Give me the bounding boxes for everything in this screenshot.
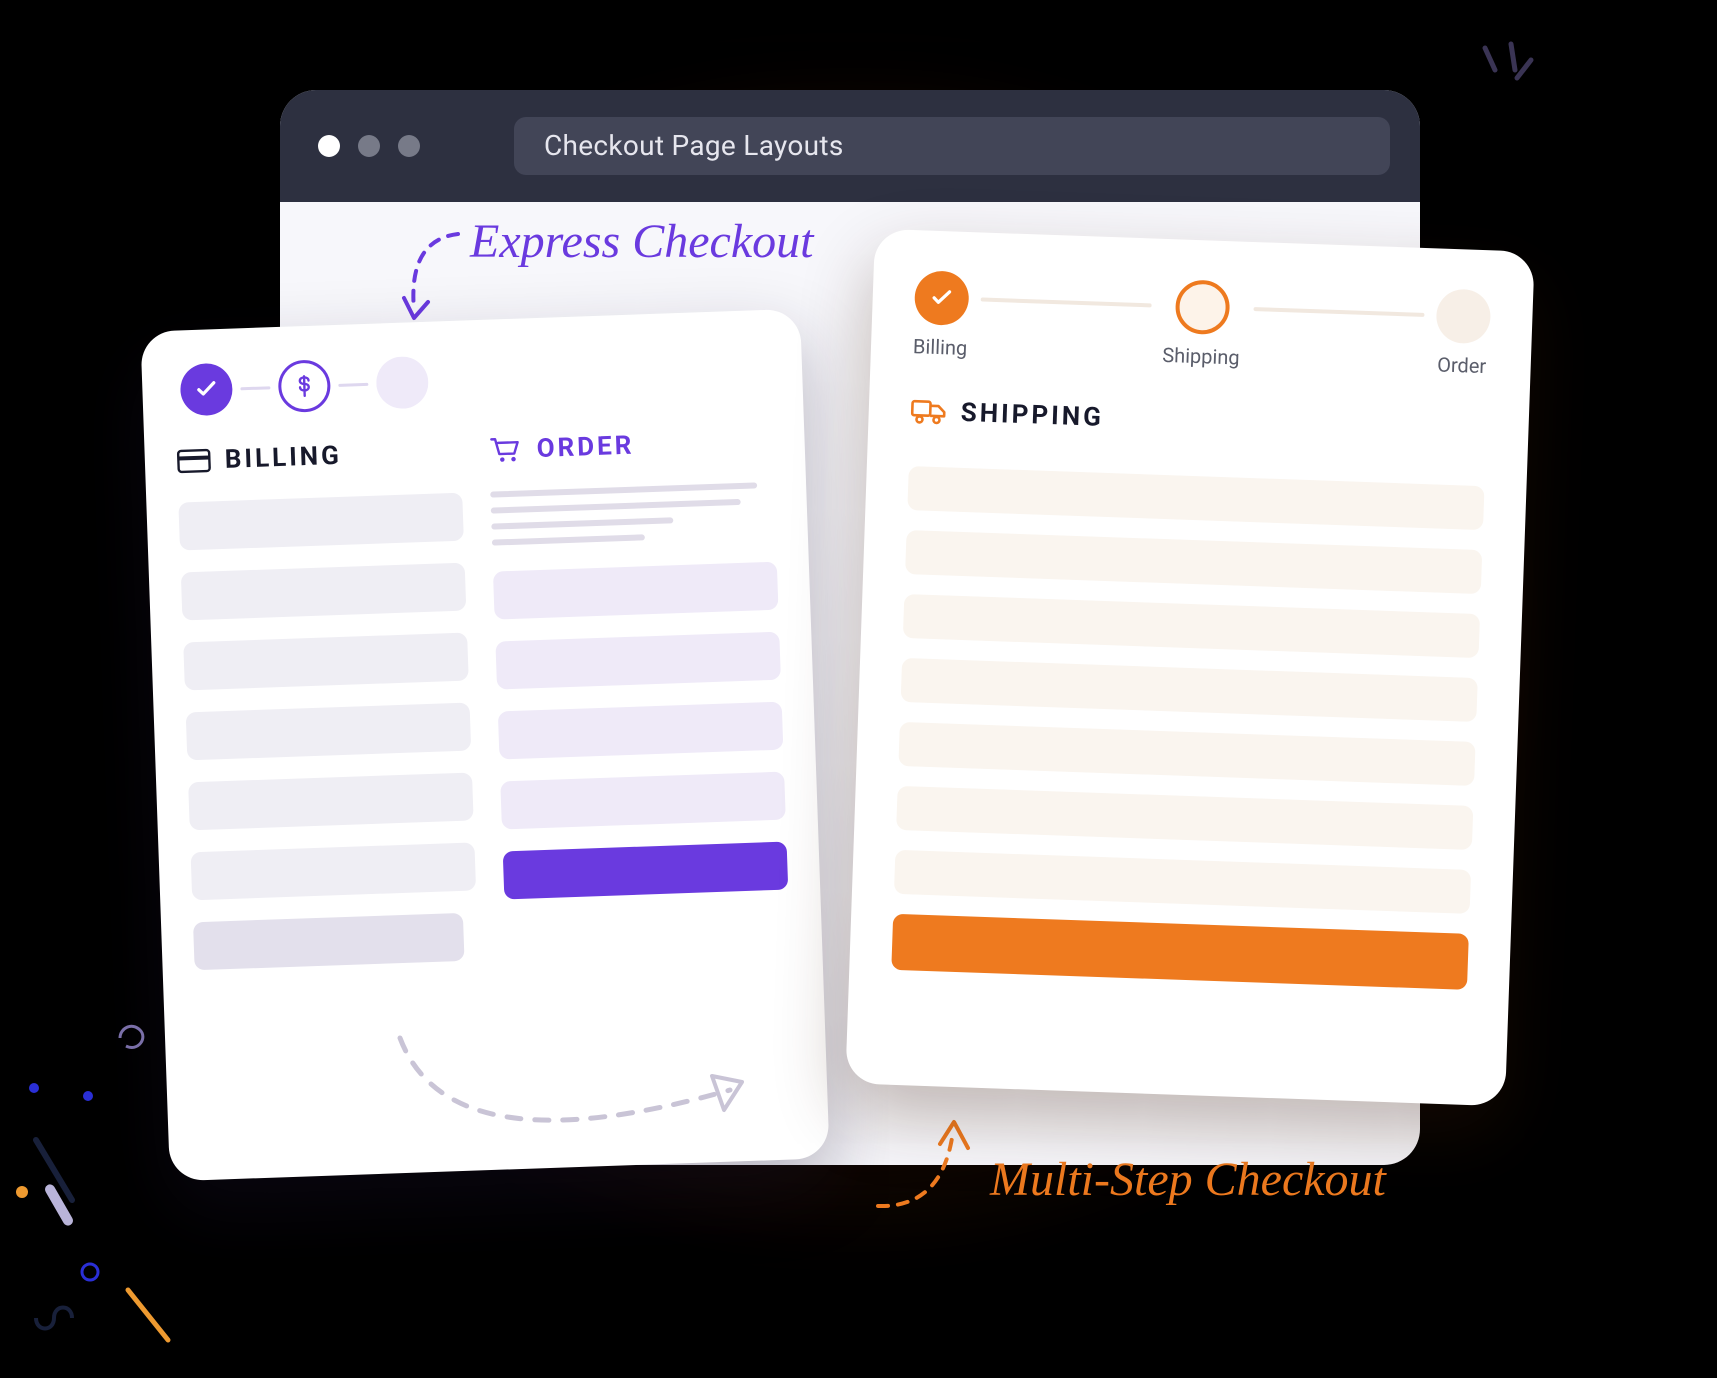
multistep-connector [981,297,1152,307]
placeholder-line [491,517,673,529]
traffic-dot-close[interactable] [318,135,340,157]
credit-card-icon [176,446,211,475]
placeholder-field[interactable] [498,702,784,760]
browser-titlebar: Checkout Page Layouts [280,90,1420,202]
multistep-step-shipping-label: Shipping [1162,343,1240,370]
multistep-step-order[interactable] [1435,288,1491,344]
dollar-icon [291,373,318,400]
express-step-future[interactable] [375,356,429,410]
placeholder-field[interactable] [500,772,786,830]
multistep-step-billing-label: Billing [913,334,968,360]
multistep-step-billing[interactable] [914,270,970,326]
express-order-title: ORDER [536,431,635,464]
express-step-connector [240,386,270,390]
express-step-connector [338,382,368,386]
arrow-multistep-icon [870,1108,1000,1218]
express-order-column: ORDER [488,426,791,982]
check-icon [193,376,220,403]
browser-address-bar[interactable]: Checkout Page Layouts [514,117,1390,175]
multistep-stepper: Billing Shipping Order [913,270,1492,378]
placeholder-field[interactable] [905,530,1482,594]
placeholder-field[interactable] [188,772,474,830]
placeholder-field[interactable] [493,562,779,620]
placeholder-line [490,482,757,497]
cart-icon [488,436,523,465]
placeholder-field[interactable] [193,913,464,970]
multistep-checkout-card: Billing Shipping Order SHIPPING [845,229,1534,1107]
multistep-step-order-label: Order [1437,352,1487,378]
truck-icon [910,397,947,426]
placeholder-field[interactable] [181,563,467,621]
express-billing-title: BILLING [224,441,342,475]
placeholder-line [491,499,741,514]
express-step-payment[interactable] [277,359,331,413]
multistep-connector [1253,307,1424,317]
placeholder-field[interactable] [186,703,472,761]
express-billing-column: BILLING [176,437,479,993]
placeholder-field[interactable] [901,658,1478,722]
placeholder-field[interactable] [894,850,1471,914]
multistep-submit-button[interactable] [891,914,1469,990]
decorative-squiggles [0,970,260,1370]
check-icon [928,285,955,312]
placeholder-field[interactable] [896,786,1473,850]
express-step-indicator [180,344,771,417]
placeholder-field[interactable] [898,722,1475,786]
express-step-done[interactable] [180,363,234,417]
traffic-lights [318,135,420,157]
traffic-dot-minimize[interactable] [358,135,380,157]
annotation-multistep: Multi-Step Checkout [990,1152,1386,1207]
traffic-dot-zoom[interactable] [398,135,420,157]
decorative-sparkle [1467,40,1547,120]
placeholder-field[interactable] [495,632,781,690]
placeholder-field[interactable] [191,842,477,900]
multistep-step-shipping[interactable] [1175,279,1231,335]
placeholder-field[interactable] [178,493,464,551]
annotation-express: Express Checkout [470,214,813,269]
express-submit-button[interactable] [503,842,789,900]
arrow-swoop-icon [390,1020,770,1190]
placeholder-line [492,534,645,545]
multistep-section-title: SHIPPING [960,398,1104,433]
placeholder-field[interactable] [903,594,1480,658]
placeholder-field[interactable] [183,633,469,691]
